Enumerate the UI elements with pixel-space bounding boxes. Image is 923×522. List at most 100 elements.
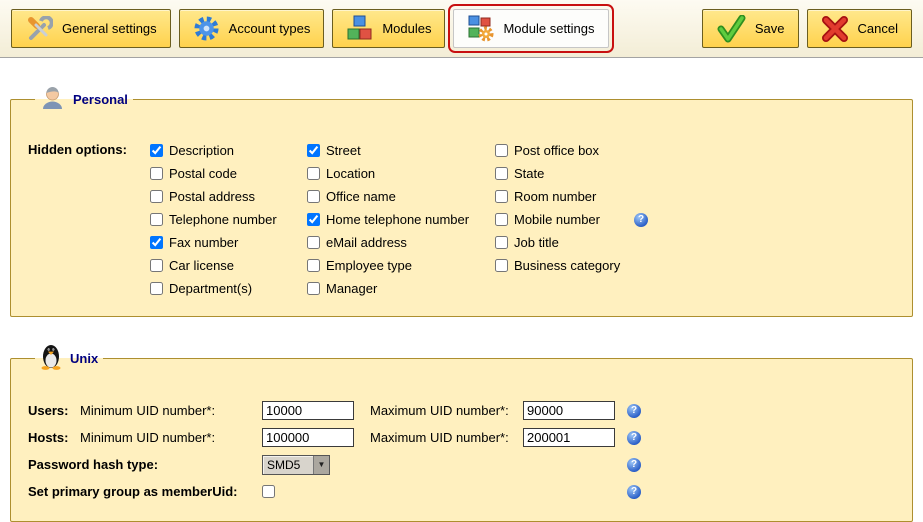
hidden-option-office-name[interactable]: Office name [307,185,495,208]
postal-address-checkbox[interactable] [150,190,163,203]
users-max-uid-label: Maximum UID number*: [370,403,509,418]
help-icon[interactable]: ? [627,431,641,445]
module-settings-button[interactable]: Module settings [453,9,608,48]
hidden-option-department-s[interactable]: Department(s) [150,277,307,300]
member-uid-help-cell: ? [627,478,667,505]
password-hash-cell: SMD5 ▼ [262,451,370,478]
spacer-cell [523,478,627,505]
checkbox-label: Post office box [514,143,599,158]
room-number-checkbox[interactable] [495,190,508,203]
post-office-box-checkbox[interactable] [495,144,508,157]
checkbox-label: Employee type [326,258,412,273]
hidden-option-telephone-number[interactable]: Telephone number [150,208,307,231]
hidden-option-postal-address[interactable]: Postal address [150,185,307,208]
hidden-options-column-3: Post office box State Room number Mobile nu… [495,139,648,300]
users-min-uid-input[interactable] [262,401,354,420]
hidden-option-post-office-box[interactable]: Post office box [495,139,648,162]
home-telephone-number-checkbox[interactable] [307,213,320,226]
member-uid-checkbox[interactable] [262,485,275,498]
button-label: General settings [62,21,157,36]
manager-checkbox[interactable] [307,282,320,295]
tux-penguin-icon [40,343,62,373]
postal-code-checkbox[interactable] [150,167,163,180]
spacer-cell [370,451,523,478]
car-license-checkbox[interactable] [150,259,163,272]
email-address-checkbox[interactable] [307,236,320,249]
checkbox-label: State [514,166,544,181]
help-icon[interactable]: ? [627,485,641,499]
modules-button[interactable]: Modules [332,9,445,48]
job-title-checkbox[interactable] [495,236,508,249]
account-types-button[interactable]: Account types [179,9,325,48]
hosts-max-uid-input[interactable] [523,428,615,447]
hosts-min-uid-input[interactable] [262,428,354,447]
save-button[interactable]: Save [702,9,799,48]
hidden-option-employee-type[interactable]: Employee type [307,254,495,277]
mobile-number-checkbox[interactable] [495,213,508,226]
hidden-option-home-telephone-number[interactable]: Home telephone number [307,208,495,231]
department-s-checkbox[interactable] [150,282,163,295]
hidden-option-mobile-number[interactable]: Mobile number? [495,208,648,231]
hosts-max-uid-label: Maximum UID number*: [370,430,509,445]
hidden-option-location[interactable]: Location [307,162,495,185]
hidden-option-business-category[interactable]: Business category [495,254,648,277]
spacer-cell [523,451,627,478]
checkbox-label: Postal code [169,166,237,181]
checkbox-label: Room number [514,189,596,204]
hidden-option-room-number[interactable]: Room number [495,185,648,208]
hidden-option-email-address[interactable]: eMail address [307,231,495,254]
office-name-checkbox[interactable] [307,190,320,203]
help-icon[interactable]: ? [634,213,648,227]
hidden-options-row: Hidden options: DescriptionPostal codePo… [28,139,895,300]
users-max-uid-input[interactable] [523,401,615,420]
member-uid-label: Set primary group as memberUid: [28,478,262,505]
spacer-cell [370,478,523,505]
checkbox-label: Street [326,143,361,158]
users-row-label: Users: Minimum UID number*: [28,397,262,424]
checkbox-label: Department(s) [169,281,252,296]
checkbox-label: Description [169,143,234,158]
help-icon[interactable]: ? [627,404,641,418]
button-label: Cancel [858,21,898,36]
description-checkbox[interactable] [150,144,163,157]
hidden-option-job-title[interactable]: Job title [495,231,648,254]
personal-legend-label: Personal [73,92,128,107]
hidden-option-postal-code[interactable]: Postal code [150,162,307,185]
checkbox-label: Mobile number [514,212,600,227]
state-checkbox[interactable] [495,167,508,180]
cancel-x-icon [821,15,849,43]
hosts-min-uid-label: Minimum UID number*: [80,430,215,445]
fax-number-checkbox[interactable] [150,236,163,249]
button-label: Account types [229,21,311,36]
password-hash-value: SMD5 [263,456,313,474]
dropdown-arrow-icon: ▼ [313,456,329,474]
unix-legend: Unix [35,343,103,373]
telephone-number-checkbox[interactable] [150,213,163,226]
hidden-option-description[interactable]: Description [150,139,307,162]
password-hash-label: Password hash type: [28,451,262,478]
users-min-uid-label: Minimum UID number*: [80,403,215,418]
hidden-option-street[interactable]: Street [307,139,495,162]
checkbox-label: Job title [514,235,559,250]
toolbar-actions: Save Cancel [702,9,912,48]
cancel-button[interactable]: Cancel [807,9,912,48]
save-check-icon [716,15,746,43]
general-settings-button[interactable]: General settings [11,9,171,48]
employee-type-checkbox[interactable] [307,259,320,272]
personal-section: Personal Hidden options: DescriptionPost… [10,85,913,317]
help-icon[interactable]: ? [627,458,641,472]
password-hash-help-cell: ? [627,451,667,478]
hidden-option-car-license[interactable]: Car license [150,254,307,277]
business-category-checkbox[interactable] [495,259,508,272]
location-checkbox[interactable] [307,167,320,180]
unix-section: Unix Users: Minimum UID number*: Maximum… [10,343,913,522]
hidden-option-fax-number[interactable]: Fax number [150,231,307,254]
main-content: Personal Hidden options: DescriptionPost… [0,58,923,522]
street-checkbox[interactable] [307,144,320,157]
hidden-option-state[interactable]: State [495,162,648,185]
checkbox-label: Postal address [169,189,255,204]
unix-legend-label: Unix [70,351,98,366]
checkbox-label: Business category [514,258,620,273]
hidden-option-manager[interactable]: Manager [307,277,495,300]
password-hash-select[interactable]: SMD5 ▼ [262,455,330,475]
